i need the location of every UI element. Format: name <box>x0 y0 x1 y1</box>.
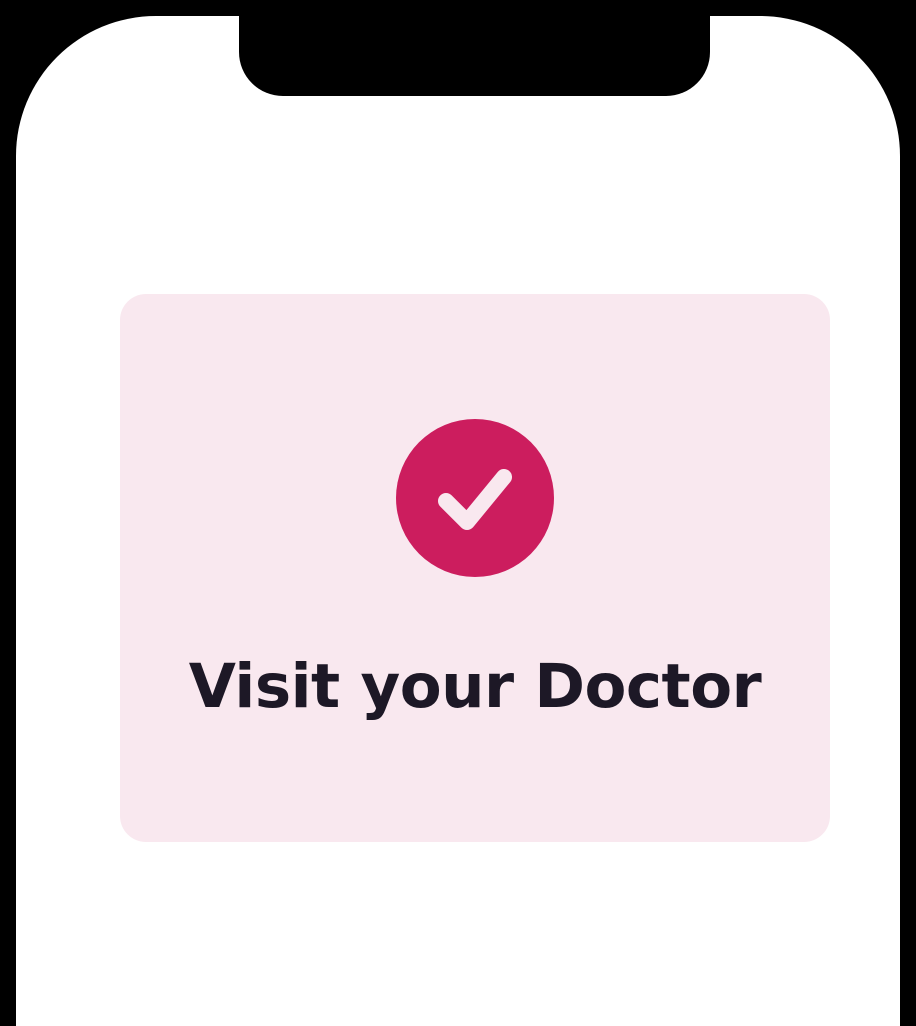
status-card: Visit your Doctor <box>120 294 830 842</box>
phone-screen: Visit your Doctor <box>16 16 900 1026</box>
checkmark-icon <box>438 469 512 530</box>
phone-notch <box>239 16 710 96</box>
phone-frame: Visit your Doctor <box>0 0 916 1026</box>
check-circle-icon <box>396 419 554 577</box>
card-title: Visit your Doctor <box>188 651 762 722</box>
